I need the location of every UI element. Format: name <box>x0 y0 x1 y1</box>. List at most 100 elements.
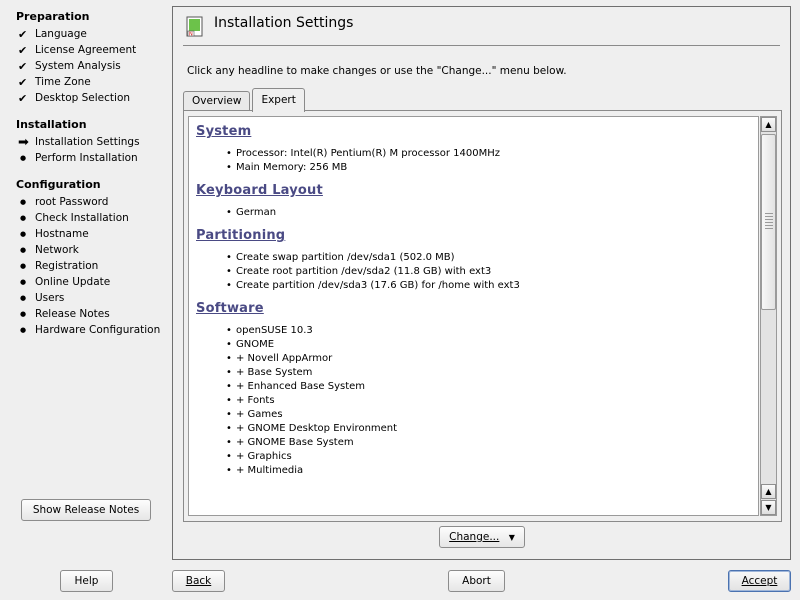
sidebar-step: ● Hostname <box>18 226 160 242</box>
list-item: + Enhanced Base System <box>226 380 758 394</box>
bullet-icon: ● <box>20 310 27 318</box>
help-button[interactable]: Help <box>60 570 113 592</box>
scroll-up-icon[interactable]: ▲ <box>761 484 776 499</box>
section-items: Create swap partition /dev/sda1 (502.0 M… <box>226 251 758 293</box>
list-item: + GNOME Base System <box>226 436 758 450</box>
sidebar-step: ● Hardware Configuration <box>18 322 160 338</box>
sidebar-step: ➡ Installation Settings <box>18 134 160 150</box>
sidebar-step: ● Perform Installation <box>18 150 160 166</box>
chevron-down-icon: ▼ <box>508 533 515 542</box>
sidebar-step-label: root Password <box>35 196 109 208</box>
sidebar-step-label: License Agreement <box>35 44 137 56</box>
list-item: GNOME <box>226 338 758 352</box>
list-item: Create swap partition /dev/sda1 (502.0 M… <box>226 251 758 265</box>
change-button-label: Change... <box>449 531 500 543</box>
sidebar-step-label: Hostname <box>35 228 89 240</box>
sidebar-step-label: Hardware Configuration <box>35 324 161 336</box>
sidebar-step: ✔ Time Zone <box>18 74 160 90</box>
change-menu-button[interactable]: Change... ▼ <box>439 526 525 548</box>
sidebar-step-label: System Analysis <box>35 60 121 72</box>
section-headline-link[interactable]: System <box>196 124 758 139</box>
section-headline-link[interactable]: Partitioning <box>196 228 758 243</box>
section-items: Processor: Intel(R) Pentium(R) M process… <box>226 147 758 175</box>
sidebar-step: ✔ Desktop Selection <box>18 90 160 106</box>
list-item: + Fonts <box>226 394 758 408</box>
grip-icon <box>765 213 773 231</box>
sidebar: Preparation ✔ Language ✔ License Agreement ✔ S… <box>0 0 163 560</box>
bullet-icon: ● <box>20 278 27 286</box>
section-headline-link[interactable]: Software <box>196 301 758 316</box>
sidebar-steps: Preparation ✔ Language ✔ License Agreement ✔ S… <box>0 10 160 350</box>
installation-settings-icon: N <box>186 16 203 38</box>
sidebar-step-label: Check Installation <box>35 212 129 224</box>
settings-sections: System Processor: Intel(R) Pentium(R) M p… <box>189 117 758 478</box>
sidebar-step-label: Users <box>35 292 65 304</box>
sidebar-step: ● Network <box>18 242 160 258</box>
sidebar-step: ✔ License Agreement <box>18 42 160 58</box>
sidebar-step: ✔ System Analysis <box>18 58 160 74</box>
sidebar-step-label: Time Zone <box>35 76 91 88</box>
list-item: + Base System <box>226 366 758 380</box>
sidebar-section: Preparation ✔ Language ✔ License Agreement ✔ S… <box>0 10 160 106</box>
sidebar-step-label: Desktop Selection <box>35 92 131 104</box>
sidebar-section-title: Configuration <box>16 178 101 191</box>
vertical-scrollbar[interactable]: ▲ ▲ ▼ <box>760 116 777 516</box>
list-item: + Multimedia <box>226 464 758 478</box>
bullet-icon: ● <box>20 246 27 254</box>
sidebar-step: ● Users <box>18 290 160 306</box>
show-release-notes-button[interactable]: Show Release Notes <box>21 499 151 521</box>
sidebar-step: ✔ Language <box>18 26 160 42</box>
arrow-right-icon: ➡ <box>18 134 29 150</box>
section-headline-link[interactable]: Keyboard Layout <box>196 183 758 198</box>
sidebar-section: Installation ➡ Installation Settings ● Perfo… <box>0 118 160 166</box>
page-title: Installation Settings <box>214 15 354 31</box>
accept-button[interactable]: Accept <box>728 570 791 592</box>
bullet-icon: ● <box>20 154 27 162</box>
sidebar-section-title: Preparation <box>16 10 90 23</box>
scroll-up-top-icon[interactable]: ▲ <box>761 117 776 132</box>
check-icon: ✔ <box>18 59 28 73</box>
bullet-icon: ● <box>20 214 27 222</box>
sidebar-step: ● Registration <box>18 258 160 274</box>
tab-expert[interactable]: Expert <box>252 88 305 112</box>
list-item: + Graphics <box>226 450 758 464</box>
section-items: openSUSE 10.3GNOME+ Novell AppArmor+ Bas… <box>226 324 758 478</box>
sidebar-step-label: Online Update <box>35 276 111 288</box>
sidebar-step: ● Check Installation <box>18 210 160 226</box>
bullet-icon: ● <box>20 230 27 238</box>
scrollbar-thumb[interactable] <box>761 134 776 310</box>
check-icon: ✔ <box>18 27 28 41</box>
tab-bar: Overview Expert <box>183 87 307 112</box>
list-item: openSUSE 10.3 <box>226 324 758 338</box>
bullet-icon: ● <box>20 326 27 334</box>
sidebar-step-label: Network <box>35 244 79 256</box>
bullet-icon: ● <box>20 294 27 302</box>
abort-button[interactable]: Abort <box>448 570 505 592</box>
sidebar-section-title: Installation <box>16 118 87 131</box>
tab-overview[interactable]: Overview <box>183 91 251 111</box>
list-item: + GNOME Desktop Environment <box>226 422 758 436</box>
scroll-down-icon[interactable]: ▼ <box>761 500 776 515</box>
sidebar-step: ● Online Update <box>18 274 160 290</box>
sidebar-step-label: Release Notes <box>35 308 110 320</box>
check-icon: ✔ <box>18 91 28 105</box>
tab-content-frame: System Processor: Intel(R) Pentium(R) M p… <box>183 110 782 522</box>
list-item: Create partition /dev/sda3 (17.6 GB) for… <box>226 279 758 293</box>
list-item: Processor: Intel(R) Pentium(R) M process… <box>226 147 758 161</box>
sidebar-section: Configuration ● root Password ● Check Instal… <box>0 178 160 338</box>
instruction-text: Click any headline to make changes or us… <box>187 65 567 77</box>
svg-text:N: N <box>189 32 193 38</box>
sidebar-step: ● root Password <box>18 194 160 210</box>
list-item: Create root partition /dev/sda2 (11.8 GB… <box>226 265 758 279</box>
bullet-icon: ● <box>20 262 27 270</box>
list-item: Main Memory: 256 MB <box>226 161 758 175</box>
sidebar-step-label: Installation Settings <box>35 136 140 148</box>
back-button[interactable]: Back <box>172 570 225 592</box>
sidebar-step-label: Perform Installation <box>35 152 138 164</box>
main-panel: N Installation Settings Click any headli… <box>172 6 791 560</box>
list-item: German <box>226 206 758 220</box>
settings-summary-view: System Processor: Intel(R) Pentium(R) M p… <box>188 116 759 516</box>
check-icon: ✔ <box>18 75 28 89</box>
sidebar-step-label: Language <box>35 28 87 40</box>
list-item: + Games <box>226 408 758 422</box>
